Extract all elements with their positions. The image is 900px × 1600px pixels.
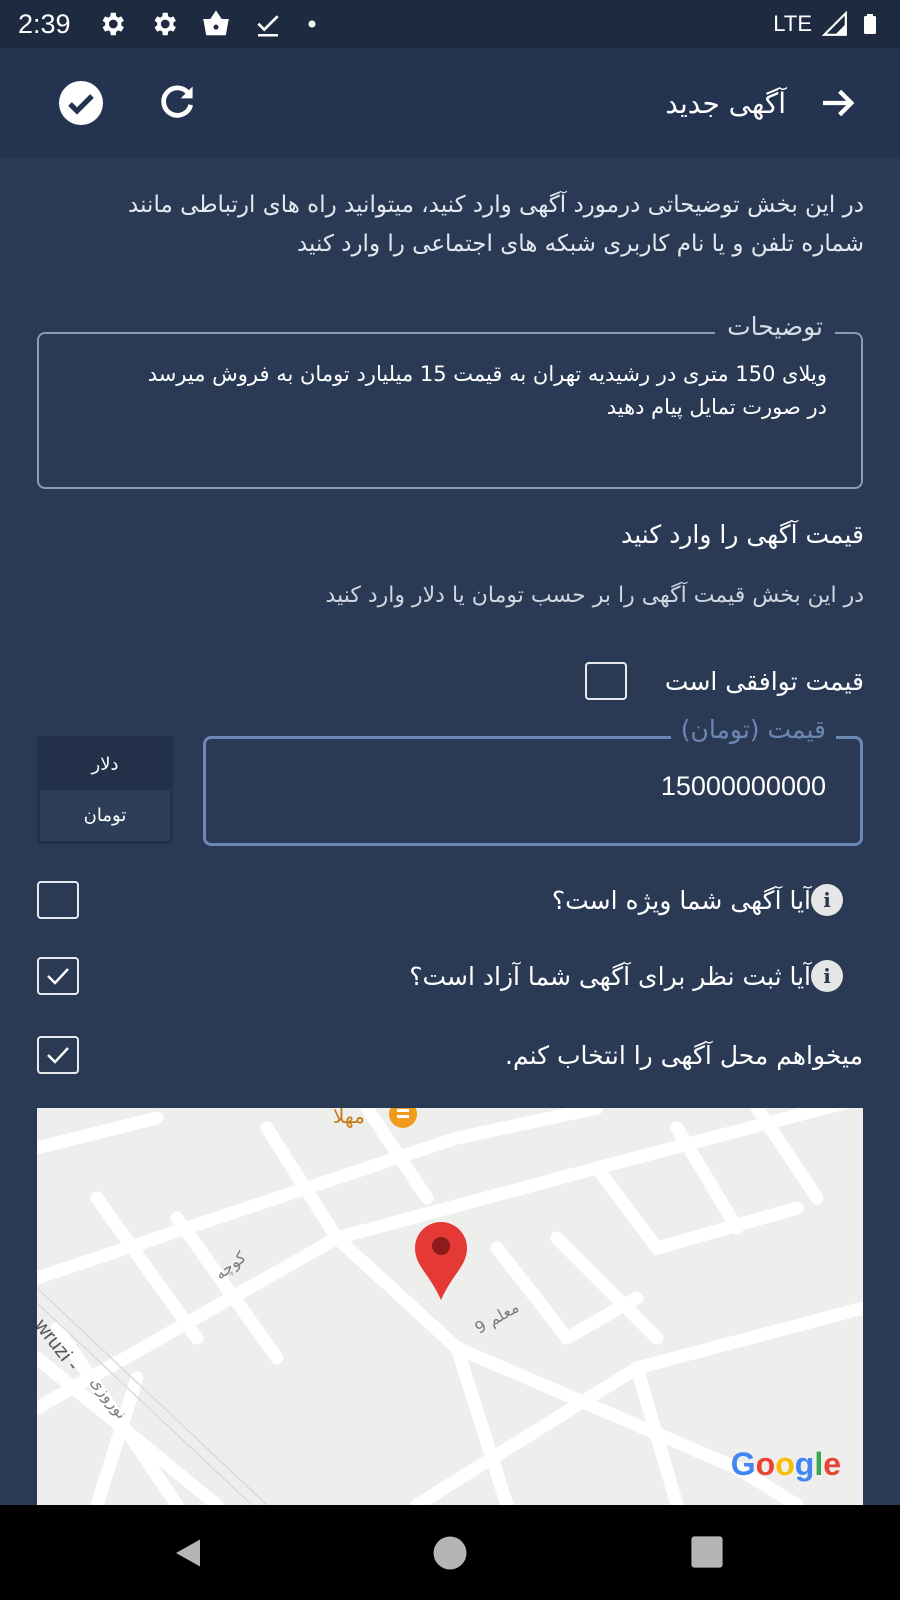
negotiable-checkbox[interactable] bbox=[584, 662, 627, 700]
special-ad-row: آیا آگهی شما ویژه است؟ i bbox=[37, 881, 863, 919]
check-circle-icon bbox=[59, 81, 103, 125]
refresh-icon bbox=[161, 85, 194, 118]
price-section-subtitle: در این بخش قیمت آگهی را بر حسب تومان یا … bbox=[325, 583, 864, 608]
nav-recents-button[interactable] bbox=[690, 1535, 724, 1569]
square-recents-icon bbox=[691, 1536, 723, 1568]
negotiable-row: قیمت توافقی است bbox=[584, 662, 864, 700]
description-label: توضیحات bbox=[715, 312, 835, 341]
description-field[interactable]: توضیحات ویلای 150 متری در رشیدیه تهران ب… bbox=[37, 312, 863, 489]
app-bar: آگهی جدید bbox=[0, 48, 900, 158]
description-line: در صورت تمایل پیام دهید bbox=[606, 395, 827, 419]
triangle-back-icon bbox=[176, 1539, 200, 1567]
refresh-button[interactable] bbox=[152, 78, 202, 128]
price-input[interactable]: قیمت (تومان) 15000000000 bbox=[203, 715, 863, 846]
comments-label: آیا ثبت نظر برای آگهی شما آزاد است؟ bbox=[409, 961, 811, 991]
checkmark-icon bbox=[47, 968, 69, 985]
notification-dot-icon bbox=[308, 20, 316, 28]
price-input-value[interactable]: 15000000000 bbox=[661, 771, 826, 802]
special-ad-checkbox[interactable] bbox=[37, 881, 79, 919]
comments-row: آیا ثبت نظر برای آگهی شما آزاد است؟ i bbox=[37, 957, 863, 995]
network-type: LTE bbox=[773, 11, 812, 36]
location-row: میخواهم محل آگهی را انتخاب کنم. bbox=[37, 1036, 863, 1074]
location-checkbox[interactable] bbox=[37, 1036, 79, 1074]
description-value: ویلای 150 متری در رشیدیه تهران به قیمت 1… bbox=[127, 358, 827, 424]
confirm-button[interactable] bbox=[56, 78, 106, 128]
checkmark-icon bbox=[47, 1047, 69, 1064]
status-bar: 2:39 LTE bbox=[0, 0, 900, 48]
price-input-label: قیمت (تومان) bbox=[670, 715, 836, 744]
page-title: آگهی جدید bbox=[665, 86, 786, 120]
info-icon[interactable]: i bbox=[811, 960, 843, 992]
currency-option-dollar[interactable]: دلار bbox=[40, 739, 170, 790]
description-line: ویلای 150 متری در رشیدیه تهران به قیمت 1… bbox=[147, 362, 827, 386]
map-pin-icon bbox=[415, 1222, 467, 1300]
price-section-title: قیمت آگهی را وارد کنید bbox=[621, 520, 864, 549]
intro-text: در این بخش توضیحاتی درمورد آگهی وارد کنی… bbox=[128, 192, 864, 257]
gear-icon bbox=[102, 12, 124, 36]
comments-checkbox[interactable] bbox=[37, 957, 79, 995]
info-icon[interactable]: i bbox=[811, 884, 843, 916]
map-poi-label: مهلا bbox=[333, 1108, 365, 1128]
shopping-bag-icon bbox=[202, 10, 229, 36]
nav-home-button[interactable] bbox=[432, 1535, 468, 1571]
download-done-icon bbox=[256, 15, 279, 37]
currency-option-toman[interactable]: تومان bbox=[40, 790, 170, 841]
negotiable-label: قیمت توافقی است bbox=[664, 666, 864, 696]
special-ad-label: آیا آگهی شما ویژه است؟ bbox=[551, 885, 811, 915]
location-map[interactable]: مهلا کوچه معلم 9 wruzi - نوروزی Google bbox=[37, 1108, 863, 1505]
back-button[interactable] bbox=[816, 81, 860, 125]
nav-back-button[interactable] bbox=[170, 1535, 206, 1571]
signal-icon bbox=[822, 11, 847, 36]
battery-icon bbox=[864, 14, 876, 34]
arrow-right-icon bbox=[823, 89, 855, 117]
location-label: میخواهم محل آگهی را انتخاب کنم. bbox=[505, 1040, 863, 1070]
currency-selector: دلار تومان bbox=[37, 736, 173, 844]
gear-icon bbox=[154, 12, 176, 36]
google-logo: Google bbox=[730, 1446, 841, 1482]
system-nav-bar bbox=[0, 1505, 900, 1600]
circle-home-icon bbox=[433, 1536, 467, 1570]
status-time: 2:39 bbox=[18, 8, 71, 39]
